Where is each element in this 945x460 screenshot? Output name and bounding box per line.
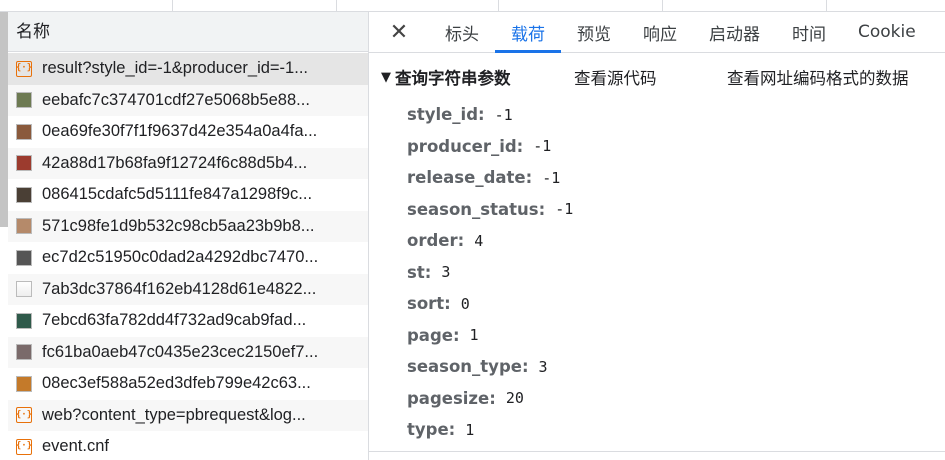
param-key: season_type: bbox=[407, 357, 529, 377]
request-row[interactable]: {·} result?style_id=-1&producer_id=-1... bbox=[8, 53, 368, 85]
request-name: 571c98fe1d9b532c98cb5aa23b9b8... bbox=[42, 216, 315, 235]
request-list-scrollbar[interactable] bbox=[0, 12, 8, 227]
request-name: ec7d2c51950c0dad2a4292dbc7470... bbox=[42, 248, 319, 267]
request-name: 0ea69fe30f7f1f9637d42e354a0a4fa... bbox=[42, 122, 318, 141]
request-list-panel: 名称 {·} result?style_id=-1&producer_id=-1.… bbox=[0, 12, 369, 460]
request-name: 42a88d17b68fa9f12724f6c88d5b4... bbox=[42, 153, 308, 172]
image-thumbnail-icon bbox=[16, 218, 32, 235]
param-value[interactable]: -1 bbox=[542, 169, 560, 187]
image-thumbnail-icon bbox=[16, 155, 32, 172]
image-thumbnail-icon bbox=[16, 123, 32, 140]
param-key: sort: bbox=[407, 294, 451, 314]
param-key: pagesize: bbox=[407, 388, 496, 408]
request-name: 7ebcd63fa782dd4f732ad9cab9fad... bbox=[42, 311, 307, 330]
waterfall-timeline-strip bbox=[0, 0, 945, 12]
name-column-header[interactable]: 名称 bbox=[8, 12, 368, 52]
tab-4[interactable]: 启动器 bbox=[693, 12, 776, 52]
request-name: web?content_type=pbrequest&log... bbox=[42, 405, 306, 424]
request-detail-panel: ✕ 标头 载荷 预览 响应 启动器 时间 Cookie ▼ 查询字符串参数 查看源代码 查看… bbox=[369, 12, 945, 460]
request-row[interactable]: fc61ba0aeb47c0435e23cec2150ef7... bbox=[8, 336, 368, 368]
request-name: 086415cdafc5d5111fe847a1298f9c... bbox=[42, 185, 313, 204]
request-row[interactable]: {·} web?content_type=pbrequest&log... bbox=[8, 399, 368, 431]
param-key: style_id: bbox=[407, 105, 485, 125]
query-param-row: page: 1 bbox=[407, 320, 573, 352]
request-name: 7ab3dc37864f162eb4128d61e4822... bbox=[42, 279, 317, 298]
param-key: season_status: bbox=[407, 199, 546, 219]
view-url-encoded-link[interactable]: 查看网址编码格式的数据 bbox=[727, 65, 909, 89]
image-thumbnail-icon bbox=[16, 249, 32, 266]
image-thumbnail-icon bbox=[16, 92, 32, 109]
request-name: result?style_id=-1&producer_id=-1... bbox=[42, 59, 308, 78]
section-title: 查询字符串参数 bbox=[395, 69, 511, 88]
query-param-row: season_type: 3 bbox=[407, 351, 573, 383]
view-source-link[interactable]: 查看源代码 bbox=[574, 65, 657, 89]
query-param-row: st: 3 bbox=[407, 257, 573, 289]
query-param-row: sort: 0 bbox=[407, 288, 573, 320]
timeline-divider bbox=[826, 0, 827, 12]
request-row[interactable]: 7ab3dc37864f162eb4128d61e4822... bbox=[8, 273, 368, 305]
image-thumbnail-icon bbox=[16, 375, 32, 392]
tab-5[interactable]: 时间 bbox=[776, 12, 842, 52]
timeline-divider bbox=[336, 0, 337, 12]
param-value[interactable]: 20 bbox=[506, 389, 524, 407]
request-name: 08ec3ef588a52ed3dfeb799e42c63... bbox=[42, 374, 311, 393]
code-icon: {·} bbox=[16, 407, 32, 424]
param-key: page: bbox=[407, 325, 460, 345]
request-row[interactable]: 0ea69fe30f7f1f9637d42e354a0a4fa... bbox=[8, 116, 368, 148]
request-list: {·} result?style_id=-1&producer_id=-1...e… bbox=[8, 53, 368, 460]
image-thumbnail-icon bbox=[16, 186, 32, 203]
param-value[interactable]: 3 bbox=[539, 358, 548, 376]
timeline-divider bbox=[498, 0, 499, 12]
query-param-row: season_status: -1 bbox=[407, 194, 573, 226]
param-value[interactable]: 1 bbox=[470, 326, 479, 344]
code-icon: {·} bbox=[16, 438, 32, 455]
param-key: producer_id: bbox=[407, 136, 524, 156]
query-param-row: style_id: -1 bbox=[407, 99, 573, 131]
divider bbox=[369, 451, 945, 452]
detail-tab-bar: ✕ 标头 载荷 预览 响应 启动器 时间 Cookie bbox=[369, 12, 945, 53]
timeline-divider bbox=[172, 0, 173, 12]
param-key: release_date: bbox=[407, 168, 533, 188]
code-icon: {·} bbox=[16, 60, 32, 77]
request-row[interactable]: {·} event.cnf bbox=[8, 431, 368, 460]
collapse-triangle-icon[interactable]: ▼ bbox=[381, 70, 391, 85]
tab-6[interactable]: Cookie bbox=[842, 12, 932, 52]
query-param-row: order: 4 bbox=[407, 225, 573, 257]
request-row[interactable]: ec7d2c51950c0dad2a4292dbc7470... bbox=[8, 242, 368, 274]
tab-0[interactable]: 标头 bbox=[429, 12, 495, 52]
close-icon[interactable]: ✕ bbox=[369, 12, 429, 52]
param-value[interactable]: -1 bbox=[495, 106, 513, 124]
request-name: fc61ba0aeb47c0435e23cec2150ef7... bbox=[42, 342, 319, 361]
tab-1[interactable]: 载荷 bbox=[495, 12, 561, 53]
query-params-list: style_id: -1 producer_id: -1 release_date: -1… bbox=[407, 99, 573, 446]
param-value[interactable]: 1 bbox=[465, 421, 474, 439]
request-row[interactable]: 571c98fe1d9b532c98cb5aa23b9b8... bbox=[8, 210, 368, 242]
image-thumbnail-icon bbox=[16, 344, 32, 361]
param-value[interactable]: -1 bbox=[533, 137, 551, 155]
param-key: type: bbox=[407, 420, 456, 440]
document-icon bbox=[16, 281, 32, 298]
query-string-section-header[interactable]: ▼ 查询字符串参数 查看源代码 查看网址编码格式的数据 bbox=[369, 64, 945, 90]
query-param-row: type: 1 bbox=[407, 414, 573, 446]
param-value[interactable]: 4 bbox=[474, 232, 483, 250]
param-value[interactable]: -1 bbox=[555, 200, 573, 218]
request-name: eebafc7c374701cdf27e5068b5e88... bbox=[42, 90, 310, 109]
param-value[interactable]: 3 bbox=[441, 263, 450, 281]
tab-3[interactable]: 响应 bbox=[627, 12, 693, 52]
request-row[interactable]: 086415cdafc5d5111fe847a1298f9c... bbox=[8, 179, 368, 211]
query-param-row: release_date: -1 bbox=[407, 162, 573, 194]
request-row[interactable]: eebafc7c374701cdf27e5068b5e88... bbox=[8, 84, 368, 116]
image-thumbnail-icon bbox=[16, 312, 32, 329]
param-value[interactable]: 0 bbox=[461, 295, 470, 313]
timeline-divider bbox=[662, 0, 663, 12]
param-key: st: bbox=[407, 262, 432, 282]
request-row[interactable]: 08ec3ef588a52ed3dfeb799e42c63... bbox=[8, 368, 368, 400]
request-row[interactable]: 42a88d17b68fa9f12724f6c88d5b4... bbox=[8, 147, 368, 179]
query-param-row: producer_id: -1 bbox=[407, 131, 573, 163]
query-param-row: pagesize: 20 bbox=[407, 383, 573, 415]
param-key: order: bbox=[407, 231, 465, 251]
tab-2[interactable]: 预览 bbox=[561, 12, 627, 52]
request-row[interactable]: 7ebcd63fa782dd4f732ad9cab9fad... bbox=[8, 305, 368, 337]
request-name: event.cnf bbox=[42, 437, 109, 456]
